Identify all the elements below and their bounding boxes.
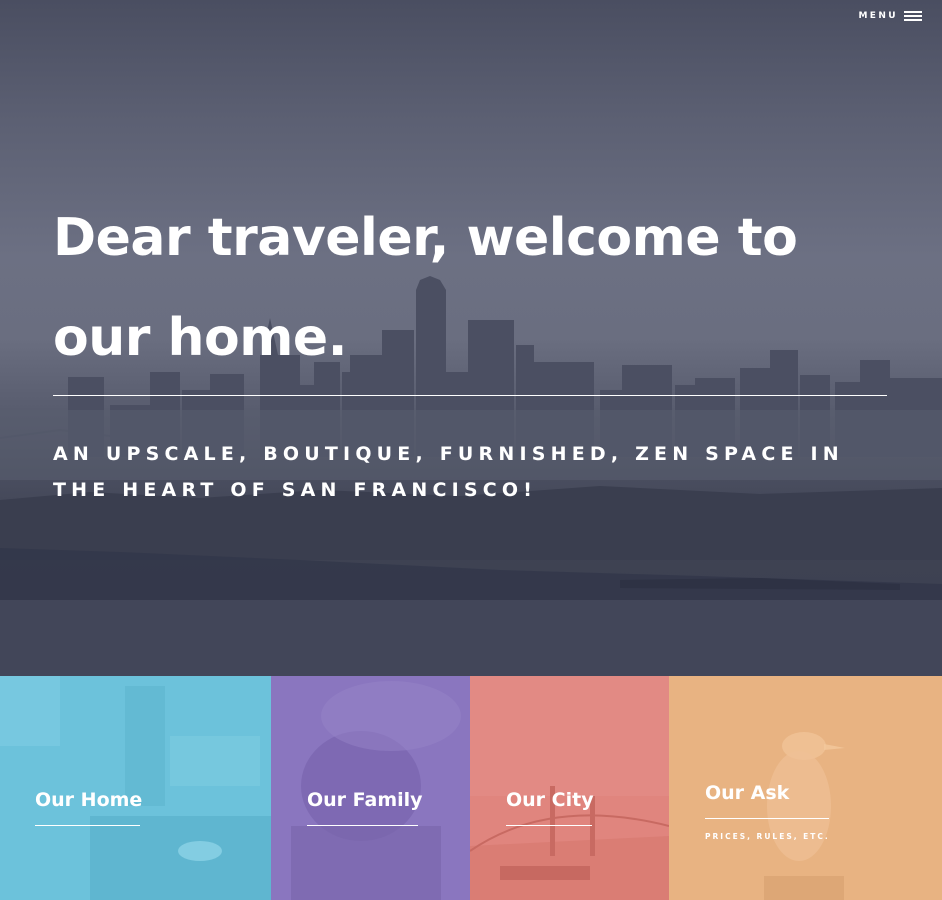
tile-our-city[interactable]: Our City: [470, 676, 669, 900]
tile-title-our-home: Our Home: [35, 789, 143, 811]
tile-title-our-city: Our City: [506, 789, 594, 811]
tile-title-our-ask: Our Ask: [705, 782, 790, 804]
tile-rule: [35, 825, 140, 826]
tile-title-our-family: Our Family: [307, 789, 423, 811]
hero-subtitle: AN UPSCALE, BOUTIQUE, FURNISHED, ZEN SPA…: [53, 443, 844, 501]
tile-our-home[interactable]: Our Home: [0, 676, 271, 900]
menu-button[interactable]: MENU: [858, 11, 922, 21]
tile-rule: [506, 825, 592, 826]
hamburger-icon: [904, 11, 922, 21]
hero-title: Dear traveler, welcome to our home.: [53, 208, 798, 368]
hero-section: MENU Dear traveler, welcome to our home.…: [0, 0, 942, 676]
golden-gate-bridge-photo: [470, 676, 669, 900]
tile-subtitle-our-ask: PRICES, RULES, ETC.: [705, 832, 830, 841]
tile-rule: [705, 818, 829, 819]
tile-our-family[interactable]: Our Family: [271, 676, 470, 900]
home-interior-photo: [0, 676, 271, 900]
menu-label: MENU: [858, 11, 898, 21]
tile-rule: [307, 825, 418, 826]
tile-our-ask[interactable]: Our Ask PRICES, RULES, ETC.: [669, 676, 942, 900]
hero-divider: [53, 395, 887, 396]
family-dog-photo: [291, 681, 461, 900]
feature-tiles: Our Home Our Family Our City Our Ask PRI…: [0, 676, 942, 900]
